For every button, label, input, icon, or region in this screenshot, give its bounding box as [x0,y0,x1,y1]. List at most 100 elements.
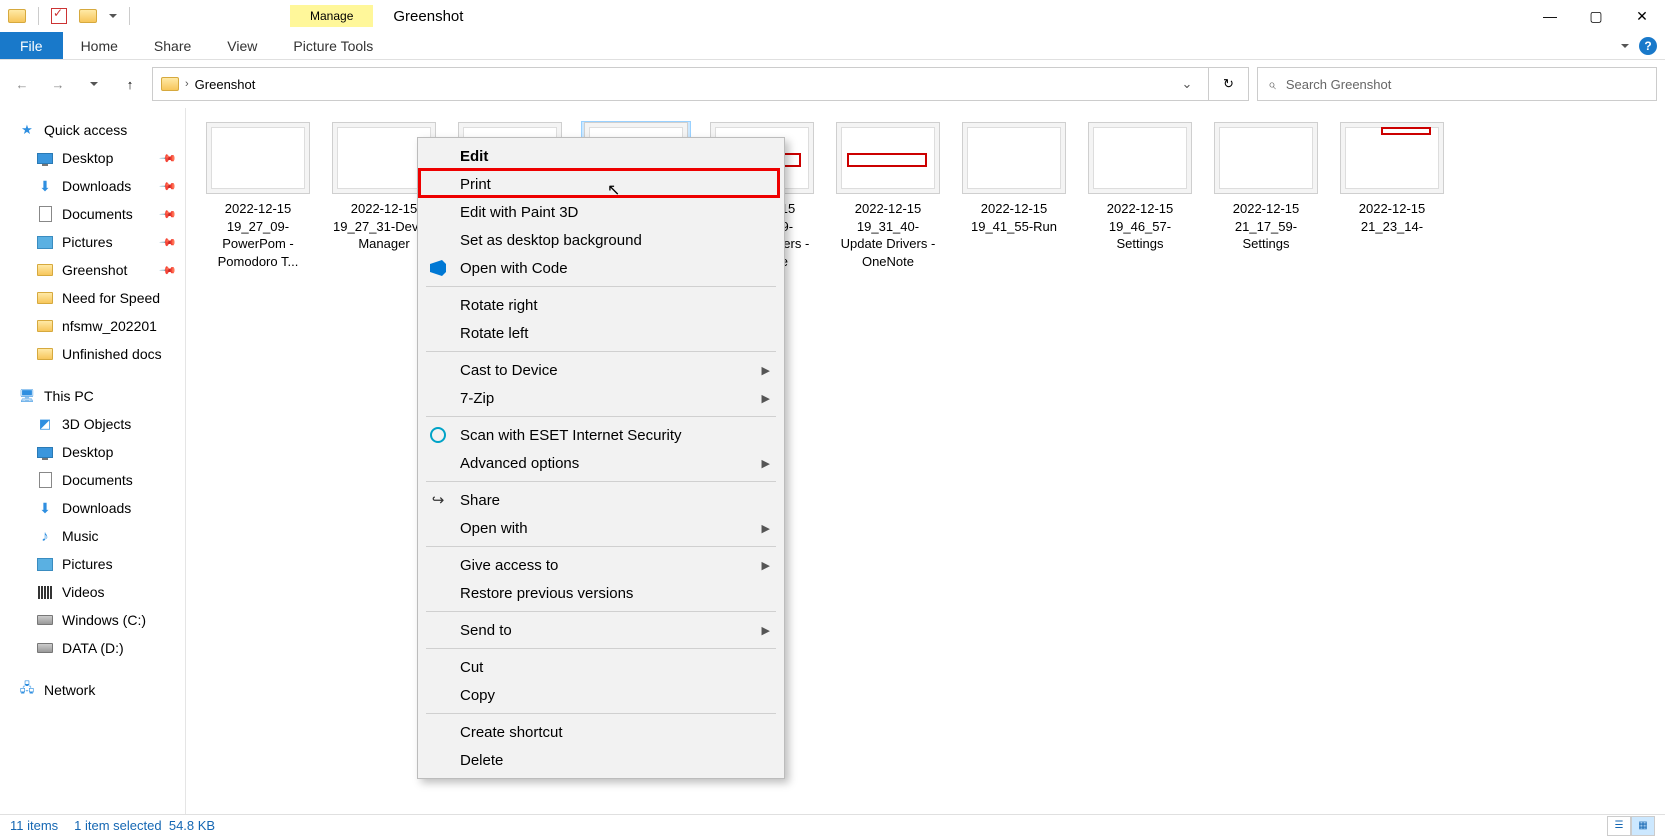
manage-contextual-tab[interactable]: Manage [290,5,373,27]
picture-icon [37,558,53,571]
sidebar-item[interactable]: Pictures📌 [0,228,185,256]
properties-icon[interactable] [51,8,67,24]
context-menu-item[interactable]: Cast to Device▶ [418,356,784,384]
thumbnails-view-button[interactable]: ▦ [1631,816,1655,836]
context-menu-item[interactable]: Rotate right [418,291,784,319]
recent-locations-icon[interactable] [80,70,108,98]
sidebar-network[interactable]: 🖧 Network [0,676,185,704]
details-view-button[interactable]: ☰ [1607,816,1631,836]
context-menu-item[interactable]: Create shortcut [418,718,784,746]
menu-item-label: Cut [460,659,483,676]
address-segment[interactable]: Greenshot [195,77,256,92]
sidebar-item[interactable]: Documents📌 [0,200,185,228]
chevron-right-icon: ▶ [762,457,770,470]
sidebar-item-label: Desktop [62,444,113,460]
folder-icon [161,77,179,91]
context-menu: Edit Print Edit with Paint 3D Set as deskto… [417,137,785,779]
menu-separator [426,286,776,287]
file-item[interactable]: 2022-12-15 21_17_59-Settings [1212,122,1320,276]
menu-item-label: Open with [460,520,528,537]
sidebar-item[interactable]: ⬇Downloads [0,494,185,522]
context-menu-item[interactable]: Open with▶ [418,514,784,542]
document-icon [39,472,52,488]
chevron-right-icon: ▶ [762,559,770,572]
context-menu-item[interactable]: Advanced options▶ [418,449,784,477]
menu-item-label: Create shortcut [460,724,563,741]
sidebar-item[interactable]: Videos [0,578,185,606]
new-folder-icon[interactable] [79,9,97,23]
star-icon: ★ [18,122,36,138]
context-menu-item[interactable]: Open with Code [418,254,784,282]
menu-item-label: Print [460,176,491,193]
context-menu-item[interactable]: Set as desktop background [418,226,784,254]
file-item[interactable]: 2022-12-15 19_27_09-PowerPom - Pomodoro … [204,122,312,276]
chevron-right-icon[interactable]: › [185,78,189,90]
context-menu-item[interactable]: Print [418,170,784,198]
refresh-button[interactable]: ↻ [1209,67,1249,101]
sidebar-item[interactable]: nfsmw_202201 [0,312,185,340]
file-name: 2022-12-15 21_23_14- [1338,200,1446,241]
sidebar-item[interactable]: Documents [0,466,185,494]
sidebar-item-label: nfsmw_202201 [62,318,157,334]
forward-button[interactable]: → [44,70,72,98]
sidebar-label: Quick access [44,122,127,138]
close-button[interactable]: ✕ [1619,0,1665,32]
picture-icon [37,236,53,249]
sidebar-quick-access[interactable]: ★ Quick access [0,116,185,144]
divider [129,7,130,25]
context-menu-item[interactable]: Scan with ESET Internet Security [418,421,784,449]
file-view[interactable]: 2022-12-15 19_27_09-PowerPom - Pomodoro … [186,108,1665,814]
sidebar-item[interactable]: Pictures [0,550,185,578]
menu-item-label: Edit with Paint 3D [460,204,578,221]
tab-share[interactable]: Share [136,32,209,59]
context-menu-item[interactable]: Edit with Paint 3D [418,198,784,226]
file-item[interactable]: 2022-12-15 19_41_55-Run [960,122,1068,276]
sidebar-item[interactable]: DATA (D:) [0,634,185,662]
ribbon-collapse-icon[interactable] [1621,44,1629,48]
file-item[interactable]: 2022-12-15 19_46_57-Settings [1086,122,1194,276]
sidebar-item[interactable]: Unfinished docs [0,340,185,368]
minimize-button[interactable]: — [1527,0,1573,32]
context-menu-item[interactable]: Rotate left [418,319,784,347]
window-controls: — ▢ ✕ [1527,0,1665,32]
sidebar-item[interactable]: ◩3D Objects [0,410,185,438]
music-icon: ♪ [41,528,49,545]
sidebar-item[interactable]: Windows (C:) [0,606,185,634]
help-icon[interactable]: ? [1639,37,1657,55]
file-tab[interactable]: File [0,32,63,59]
context-menu-item[interactable]: Cut [418,653,784,681]
sidebar-item-label: Pictures [62,556,113,572]
maximize-button[interactable]: ▢ [1573,0,1619,32]
context-menu-item[interactable]: Restore previous versions [418,579,784,607]
tab-picture-tools[interactable]: Picture Tools [275,32,391,59]
sidebar-item[interactable]: ♪Music [0,522,185,550]
sidebar-item[interactable]: Greenshot📌 [0,256,185,284]
search-box[interactable]: ⌕ Search Greenshot [1257,67,1657,101]
context-menu-item[interactable]: Give access to▶ [418,551,784,579]
context-menu-item[interactable]: Edit [418,142,784,170]
sidebar-item[interactable]: Desktop📌 [0,144,185,172]
sidebar-this-pc[interactable]: 🖥 This PC [0,382,185,410]
vscode-icon [430,260,446,276]
context-menu-item[interactable]: Delete [418,746,784,774]
sidebar-item[interactable]: Need for Speed [0,284,185,312]
file-name: 2022-12-15 21_17_59-Settings [1212,200,1320,259]
address-bar[interactable]: › Greenshot ⌄ [152,67,1209,101]
sidebar-item[interactable]: Desktop [0,438,185,466]
context-menu-item[interactable]: Send to▶ [418,616,784,644]
context-menu-item[interactable]: Copy [418,681,784,709]
menu-item-label: Share [460,492,500,509]
file-name: 2022-12-15 19_27_09-PowerPom - Pomodoro … [204,200,312,276]
context-menu-item[interactable]: ↪Share [418,486,784,514]
file-item[interactable]: 2022-12-15 19_31_40-Update Drivers - One… [834,122,942,276]
tab-view[interactable]: View [209,32,275,59]
context-menu-item[interactable]: 7-Zip▶ [418,384,784,412]
tab-home[interactable]: Home [63,32,136,59]
menu-item-label: Cast to Device [460,362,558,379]
sidebar-item[interactable]: ⬇Downloads📌 [0,172,185,200]
qat-dropdown-icon[interactable] [109,14,117,18]
back-button[interactable]: ← [8,70,36,98]
up-button[interactable]: ↑ [116,70,144,98]
file-item[interactable]: 2022-12-15 21_23_14- [1338,122,1446,276]
address-dropdown-icon[interactable]: ⌄ [1174,76,1200,92]
